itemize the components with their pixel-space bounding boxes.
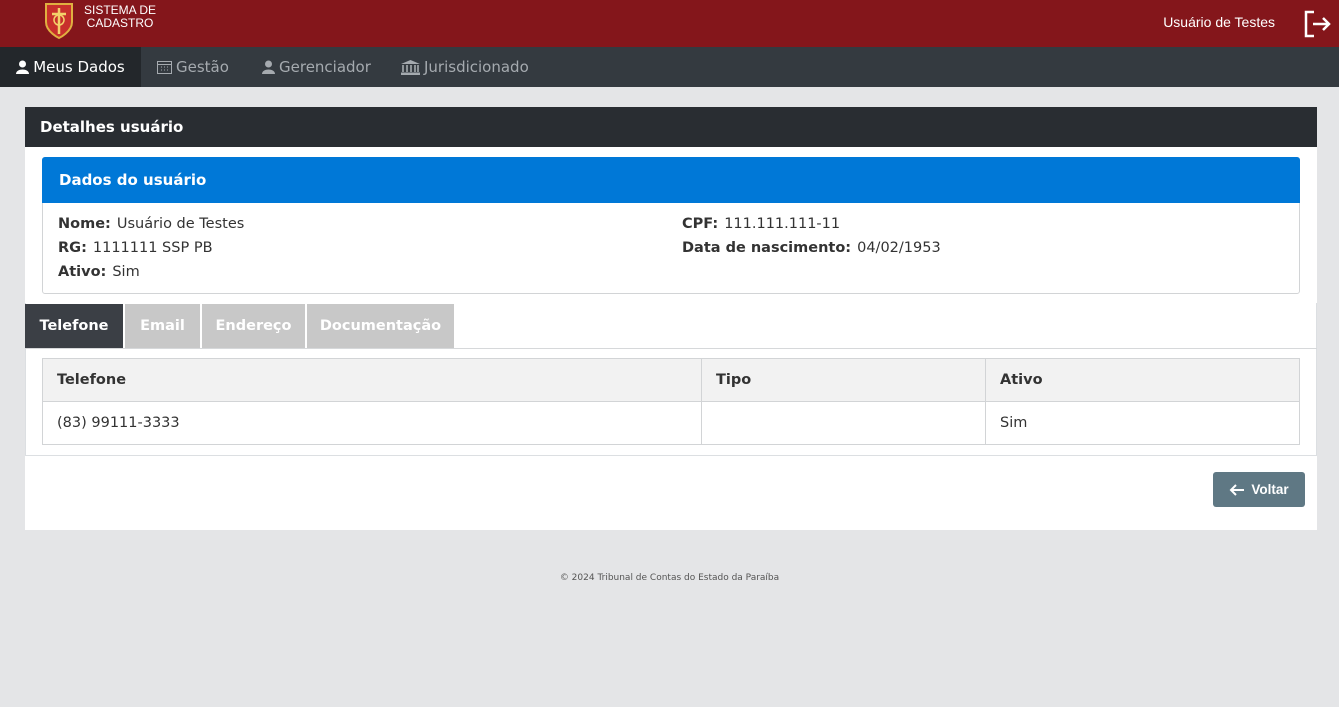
- user-data-title: Dados do usuário: [42, 157, 1300, 203]
- field-value: 1111111 SSP PB: [92, 240, 213, 256]
- column-header-telefone: Telefone: [42, 358, 702, 402]
- field-label: RG:: [58, 240, 87, 256]
- nav-item-label: Gestão: [176, 58, 229, 76]
- field-ativo: Ativo: Sim: [58, 264, 140, 280]
- coat-of-arms-icon: [45, 3, 73, 40]
- tab-telefone[interactable]: Telefone: [25, 304, 123, 348]
- top-bar: SISTEMA DE CADASTRO Usuário de Testes: [0, 0, 1339, 47]
- nav-item-gestao[interactable]: Gestão: [157, 47, 229, 87]
- nav-item-meus-dados[interactable]: Meus Dados: [0, 47, 141, 87]
- nav-item-label: Gerenciador: [279, 58, 371, 76]
- field-value: Usuário de Testes: [116, 216, 245, 232]
- phone-table: Telefone Tipo Ativo (83) 99111-3333 Sim: [42, 358, 1300, 445]
- brand-line-2: CADASTRO: [86, 16, 154, 30]
- nav-item-jurisdicionado[interactable]: Jurisdicionado: [401, 47, 529, 87]
- field-value: 04/02/1953: [857, 240, 941, 256]
- calendar-icon: [157, 61, 172, 74]
- back-button-label: Voltar: [1251, 482, 1289, 497]
- table-header-row: Telefone Tipo Ativo: [42, 358, 1300, 402]
- column-header-tipo: Tipo: [701, 358, 986, 402]
- main-navbar: Meus Dados Gestão Gerenciador Jurisdicio…: [0, 47, 1339, 87]
- footer-copyright: © 2024 Tribunal de Contas do Estado da P…: [559, 573, 780, 583]
- nav-item-label: Jurisdicionado: [424, 58, 529, 76]
- card-title: Detalhes usuário: [25, 107, 1317, 147]
- arrow-left-icon: [1229, 483, 1245, 496]
- field-label: Ativo:: [58, 264, 107, 280]
- user-icon: [16, 60, 30, 74]
- tab-documentacao[interactable]: Documentação: [307, 304, 454, 348]
- tab-email[interactable]: Email: [125, 304, 200, 348]
- table-row: (83) 99111-3333 Sim: [42, 401, 1300, 445]
- field-value: Sim: [112, 264, 140, 280]
- field-cpf: CPF: 111.111.111-11: [682, 216, 840, 232]
- cell-telefone: (83) 99111-3333: [42, 401, 702, 445]
- column-header-ativo: Ativo: [985, 358, 1300, 402]
- field-value: 111.111.111-11: [724, 216, 841, 232]
- brand-title[interactable]: SISTEMA DE CADASTRO: [82, 4, 158, 30]
- cell-ativo: Sim: [985, 401, 1300, 445]
- field-label: Nome:: [58, 216, 111, 232]
- user-details-card: Detalhes usuário Dados do usuário Nome: U…: [25, 107, 1317, 530]
- current-user-name[interactable]: Usuário de Testes: [1163, 14, 1275, 30]
- back-button[interactable]: Voltar: [1213, 472, 1305, 507]
- user-data-panel: Dados do usuário Nome: Usuário de Testes …: [42, 157, 1300, 294]
- user-icon: [262, 60, 275, 74]
- field-label: CPF:: [682, 216, 719, 232]
- field-data-nascimento: Data de nascimento: 04/02/1953: [682, 240, 941, 256]
- cell-tipo: [701, 401, 986, 445]
- tab-endereco[interactable]: Endereço: [202, 304, 305, 348]
- field-rg: RG: 1111111 SSP PB: [58, 240, 213, 256]
- details-tabs: Telefone Email Endereço Documentação: [25, 304, 1317, 349]
- logout-icon[interactable]: [1302, 9, 1332, 39]
- nav-item-label: Meus Dados: [33, 58, 125, 76]
- nav-item-gerenciador[interactable]: Gerenciador: [262, 47, 371, 87]
- field-nome: Nome: Usuário de Testes: [58, 216, 244, 232]
- field-label: Data de nascimento:: [682, 240, 852, 256]
- institution-icon: [401, 59, 420, 75]
